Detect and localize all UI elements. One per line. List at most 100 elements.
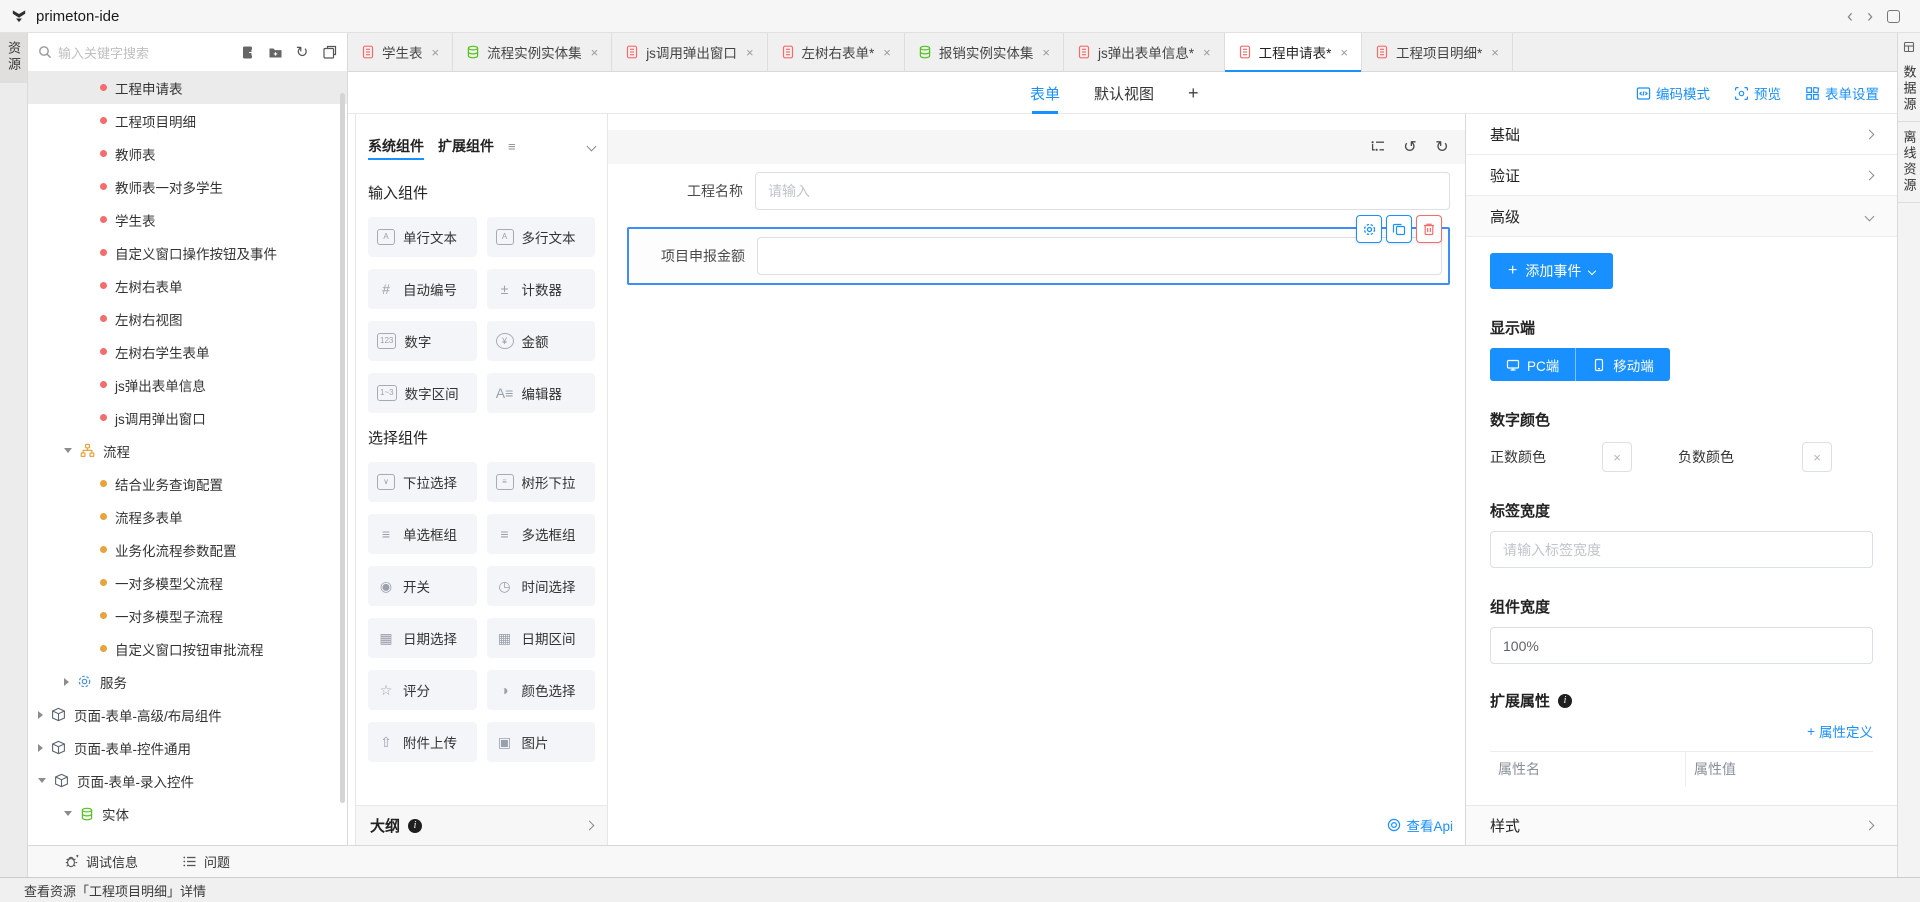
palette-item[interactable]: A多行文本	[487, 217, 596, 257]
palette-item[interactable]: ◷时间选择	[487, 566, 596, 606]
tree-item[interactable]: 页面-表单-控件通用	[28, 731, 347, 764]
tree-item[interactable]: 学生表	[28, 203, 347, 236]
tree-item[interactable]: 工程申请表	[28, 71, 347, 104]
window-layout-icon[interactable]	[1887, 10, 1900, 23]
palette-item[interactable]: ≡单选框组	[368, 514, 477, 554]
nav-back-icon[interactable]: ‹	[1847, 7, 1853, 25]
palette-item[interactable]: ▦日期区间	[487, 618, 596, 658]
define-property-link[interactable]: + 属性定义	[1490, 721, 1873, 741]
import-resource-icon[interactable]	[240, 44, 256, 60]
tree-item[interactable]: 教师表一对多学生	[28, 170, 347, 203]
preview-button[interactable]: 预览	[1734, 83, 1781, 103]
add-event-button[interactable]: + 添加事件	[1490, 253, 1613, 289]
tree-scrollbar[interactable]	[340, 93, 345, 803]
expand-arrow-right-icon[interactable]	[64, 678, 69, 686]
editor-tab[interactable]: 报销实例实体集×	[905, 33, 1064, 71]
palette-item[interactable]: ⇧附件上传	[368, 722, 477, 762]
close-icon[interactable]: ×	[746, 45, 754, 60]
undo-icon[interactable]: ↺	[1401, 138, 1419, 156]
tree-item[interactable]: 结合业务查询配置	[28, 467, 347, 500]
redo-icon[interactable]: ↻	[1433, 138, 1451, 156]
expand-arrow-down-icon[interactable]	[64, 811, 72, 816]
palette-item[interactable]: ≡树形下拉	[487, 462, 596, 502]
editor-tab[interactable]: 工程申请表*×	[1225, 33, 1362, 71]
tree-item[interactable]: js弹出表单信息	[28, 368, 347, 401]
tree-item[interactable]: 流程多表单	[28, 500, 347, 533]
palette-item[interactable]: 1~3数字区间	[368, 373, 477, 413]
close-icon[interactable]: ×	[1340, 45, 1348, 60]
field-input[interactable]	[755, 172, 1450, 210]
tree-item[interactable]: 左树右学生表单	[28, 335, 347, 368]
palette-item[interactable]: ☆评分	[368, 670, 477, 710]
mobile-target-button[interactable]: 移动端	[1575, 348, 1670, 381]
close-icon[interactable]: ×	[591, 45, 599, 60]
form-field-selected[interactable]: 项目申报金额	[627, 227, 1450, 285]
palette-item[interactable]: ≡多选框组	[487, 514, 596, 554]
editor-tab[interactable]: 流程实例实体集×	[453, 33, 612, 71]
field-input[interactable]	[757, 237, 1442, 275]
outline-icon[interactable]	[1369, 138, 1387, 156]
editor-tab[interactable]: 工程项目明细*×	[1362, 33, 1513, 71]
field-copy-button[interactable]	[1386, 215, 1412, 243]
tree-item[interactable]: 页面-表单-高级/布局组件	[28, 698, 347, 731]
tree-item[interactable]: 自定义窗口操作按钮及事件	[28, 236, 347, 269]
tree-item[interactable]: 教师表	[28, 137, 347, 170]
expand-arrow-right-icon[interactable]	[38, 711, 43, 719]
pc-target-button[interactable]: PC端	[1490, 348, 1575, 381]
outline-footer[interactable]: 大纲 i	[356, 805, 607, 845]
view-api-link[interactable]: 查看Api	[1387, 815, 1453, 835]
field-settings-button[interactable]	[1356, 215, 1382, 243]
palette-item[interactable]: ¥金额	[487, 321, 596, 361]
strip-tab-datasource[interactable]: 数据源	[1898, 57, 1920, 122]
tree-item[interactable]: 服务	[28, 665, 347, 698]
editor-tab[interactable]: js调用弹出窗口×	[612, 33, 767, 71]
field-delete-button[interactable]	[1416, 215, 1442, 243]
palette-tab-system[interactable]: 系统组件	[368, 128, 424, 164]
tree-item[interactable]: 流程	[28, 434, 347, 467]
editor-tab[interactable]: 学生表×	[348, 33, 453, 71]
section-advanced[interactable]: 高级	[1466, 196, 1897, 237]
code-mode-button[interactable]: 编码模式	[1636, 83, 1710, 103]
expand-arrow-right-icon[interactable]	[38, 744, 43, 752]
nav-forward-icon[interactable]: ›	[1867, 7, 1873, 25]
palette-menu-icon[interactable]: ≡	[508, 139, 516, 154]
tree-item[interactable]: 页面-表单-录入控件	[28, 764, 347, 797]
close-icon[interactable]: ×	[883, 45, 891, 60]
palette-tab-extension[interactable]: 扩展组件	[438, 128, 494, 164]
search-input[interactable]: 输入关键字搜索	[38, 43, 234, 62]
tree-item[interactable]: 一对多模型父流程	[28, 566, 347, 599]
palette-item[interactable]: ▣图片	[487, 722, 596, 762]
label-width-input[interactable]	[1490, 531, 1873, 568]
close-icon[interactable]: ×	[1203, 45, 1211, 60]
tree-item[interactable]: 实体	[28, 797, 347, 830]
section-style[interactable]: 样式	[1466, 805, 1897, 845]
component-width-input[interactable]	[1490, 627, 1873, 664]
issues-button[interactable]: 问题	[182, 852, 230, 871]
form-field[interactable]: 工程名称	[608, 172, 1450, 210]
editor-tab[interactable]: 左树右表单*×	[768, 33, 905, 71]
expand-arrow-down-icon[interactable]	[64, 448, 72, 453]
close-icon[interactable]: ×	[432, 45, 440, 60]
palette-item[interactable]: 123数字	[368, 321, 477, 361]
section-validation[interactable]: 验证	[1466, 155, 1897, 196]
tree-item[interactable]: 工程项目明细	[28, 104, 347, 137]
tree-item[interactable]: 业务化流程参数配置	[28, 533, 347, 566]
palette-item[interactable]: A≡编辑器	[487, 373, 596, 413]
canvas-tab-form[interactable]: 表单	[1030, 72, 1060, 114]
tree-item[interactable]: 一对多模型子流程	[28, 599, 347, 632]
close-icon[interactable]: ×	[1491, 45, 1499, 60]
palette-item[interactable]: ▦日期选择	[368, 618, 477, 658]
resources-strip-tab[interactable]: 资源	[0, 33, 27, 83]
palette-item[interactable]: #自动编号	[368, 269, 477, 309]
palette-item[interactable]: ∨下拉选择	[368, 462, 477, 502]
tree-item[interactable]: 自定义窗口按钮审批流程	[28, 632, 347, 665]
palette-item[interactable]: A单行文本	[368, 217, 477, 257]
expand-arrow-down-icon[interactable]	[38, 778, 46, 783]
debug-info-button[interactable]: 调试信息	[64, 852, 138, 871]
tree-item[interactable]: 左树右视图	[28, 302, 347, 335]
palette-item[interactable]: ◉开关	[368, 566, 477, 606]
close-icon[interactable]: ×	[1042, 45, 1050, 60]
add-view-button[interactable]: +	[1188, 72, 1199, 114]
positive-color-picker[interactable]: ×	[1602, 442, 1632, 472]
section-basic[interactable]: 基础	[1466, 114, 1897, 155]
